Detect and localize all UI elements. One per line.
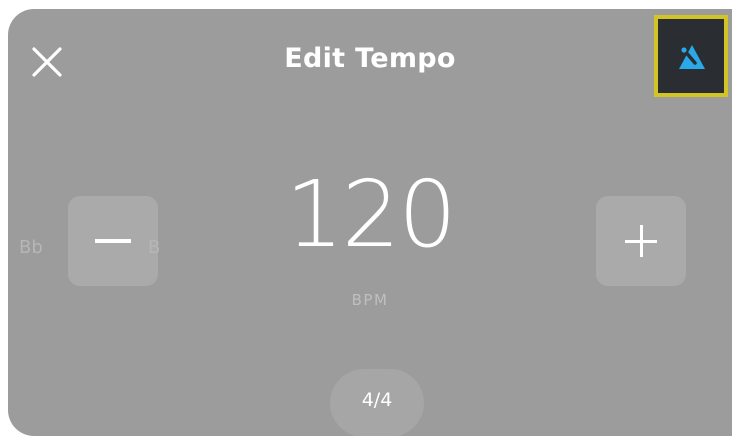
page-title: Edit Tempo [284, 43, 456, 74]
metronome-icon [679, 45, 705, 69]
time-signature-button[interactable]: 4/4 [330, 369, 424, 436]
metronome-button[interactable] [654, 15, 728, 97]
tempo-unit-label: BPM [351, 291, 389, 309]
increase-tempo-button[interactable] [596, 196, 686, 286]
edit-tempo-panel: Edit Tempo Bb B 120 BPM 4/4 [8, 9, 732, 436]
